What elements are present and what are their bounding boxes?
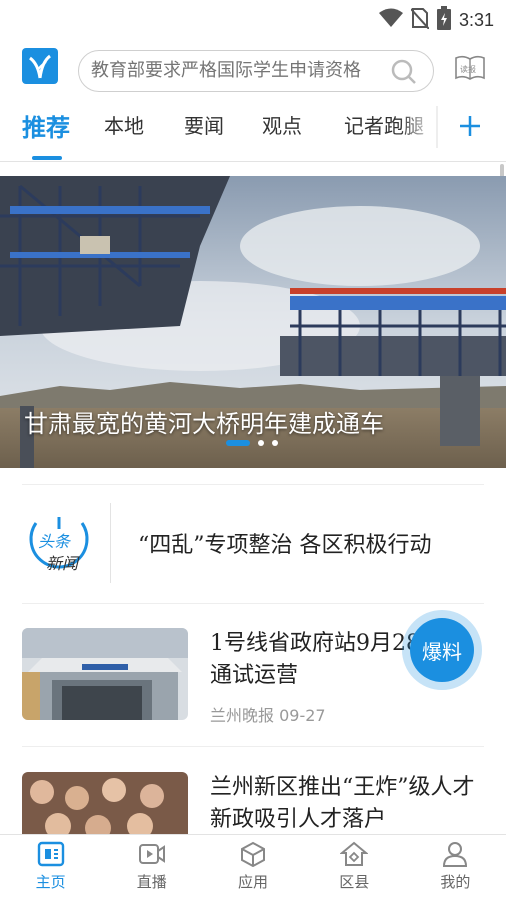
headline-logo-line1: 头条 bbox=[38, 532, 72, 551]
search-icon[interactable] bbox=[391, 59, 417, 89]
search-input[interactable] bbox=[91, 51, 391, 91]
tab-fade bbox=[400, 100, 436, 160]
tab-indicator bbox=[32, 156, 62, 160]
carousel-dot-active[interactable] bbox=[226, 440, 250, 446]
status-time: 3:31 bbox=[458, 9, 494, 30]
news-title[interactable]: 兰州新区推出“王炸”级人才新政吸引人才落户 bbox=[210, 772, 480, 834]
headline-text[interactable]: “四乱”专项整治 各区积极行动 bbox=[138, 527, 432, 559]
nav-label: 直播 bbox=[136, 873, 167, 891]
apps-icon bbox=[241, 841, 265, 867]
headline-news[interactable]: 头条 新闻 “四乱”专项整治 各区积极行动 bbox=[22, 484, 484, 604]
nav-label: 主页 bbox=[35, 873, 66, 891]
carousel-dot[interactable] bbox=[258, 440, 264, 446]
profile-icon bbox=[443, 842, 468, 867]
battery-icon bbox=[436, 6, 451, 34]
search-bar[interactable] bbox=[78, 50, 434, 92]
carousel-dot[interactable] bbox=[272, 440, 278, 446]
district-icon bbox=[340, 841, 369, 866]
live-icon bbox=[138, 844, 165, 864]
tip-off-label: 爆料 bbox=[410, 618, 474, 682]
newspaper-icon[interactable]: 读报 bbox=[454, 54, 486, 86]
app-logo[interactable] bbox=[22, 48, 58, 84]
nav-label: 区县 bbox=[339, 873, 370, 891]
news-meta: 兰州晚报 09-27 bbox=[210, 702, 326, 726]
carousel-dots bbox=[226, 440, 278, 446]
tab-opinion[interactable]: 观点 bbox=[262, 110, 302, 139]
banner-carousel[interactable]: 甘肃最宽的黄河大桥明年建成通车 bbox=[0, 176, 506, 468]
wifi-icon bbox=[378, 8, 403, 32]
nav-label: 我的 bbox=[440, 873, 471, 891]
banner-caption[interactable]: 甘肃最宽的黄河大桥明年建成通车 bbox=[24, 404, 384, 439]
nav-apps[interactable]: 应用 bbox=[202, 835, 303, 900]
news-thumbnail bbox=[22, 772, 188, 834]
tab-recommend[interactable]: 推荐 bbox=[22, 108, 70, 143]
paper-label: 读报 bbox=[460, 64, 476, 74]
news-date: 09-27 bbox=[279, 706, 326, 725]
news-item[interactable]: 兰州新区推出“王炸”级人才新政吸引人才落户 bbox=[22, 772, 484, 834]
nav-district[interactable]: 区县 bbox=[304, 835, 405, 900]
tab-divider bbox=[436, 106, 438, 148]
news-divider bbox=[22, 746, 484, 747]
nav-profile[interactable]: 我的 bbox=[405, 835, 506, 900]
add-channel-icon[interactable] bbox=[448, 104, 492, 148]
tab-local[interactable]: 本地 bbox=[104, 110, 144, 139]
home-icon bbox=[37, 841, 64, 867]
headline-logo-line2: 新闻 bbox=[46, 554, 80, 573]
news-thumbnail bbox=[22, 628, 188, 720]
channel-tabs: 推荐 本地 要闻 观点 记者跑腿 bbox=[0, 100, 506, 162]
nav-label: 应用 bbox=[238, 873, 269, 891]
nav-home[interactable]: 主页 bbox=[0, 835, 101, 900]
status-bar: 3:31 bbox=[0, 0, 506, 34]
tip-off-button[interactable]: 爆料 bbox=[402, 610, 482, 690]
bottom-nav: 主页 直播 应用 区县 我的 bbox=[0, 834, 506, 900]
app-header: 读报 bbox=[0, 34, 506, 100]
no-sim-icon bbox=[410, 7, 430, 33]
nav-live[interactable]: 直播 bbox=[101, 835, 202, 900]
headline-divider bbox=[110, 503, 111, 583]
news-source: 兰州晚报 bbox=[210, 706, 275, 725]
headline-logo-icon: 头条 新闻 bbox=[29, 517, 89, 573]
tab-important[interactable]: 要闻 bbox=[184, 110, 224, 139]
